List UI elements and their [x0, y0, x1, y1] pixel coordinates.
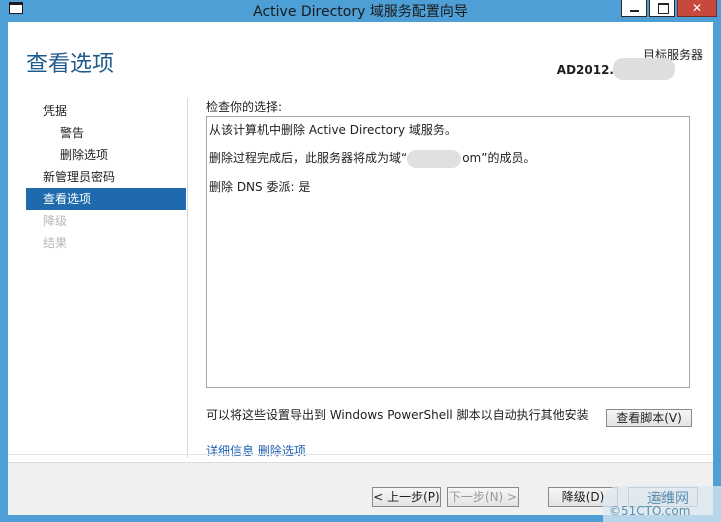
review-line-domain-member: 删除过程完成后，此服务器将成为域“ om”的成员。 [209, 149, 687, 168]
maximize-icon[interactable] [649, 0, 675, 17]
next-button: 下一步(N) > [447, 487, 519, 507]
wizard-nav: 凭据 警告 删除选项 新管理员密码 查看选项 降级 结果 [26, 100, 186, 254]
window-controls [619, 0, 717, 18]
title-bar: Active Directory 域服务配置向导 [0, 0, 721, 22]
page-title: 查看选项 [26, 52, 115, 77]
nav-item-results: 结果 [43, 236, 68, 250]
nav-item-demotion: 降级 [43, 214, 68, 228]
review-label: 检查你的选择: [206, 100, 283, 114]
nav-item-review-options[interactable]: 查看选项 [26, 188, 186, 210]
nav-item-new-admin-password[interactable]: 新管理员密码 [26, 166, 186, 188]
nav-item-removal-options[interactable]: 删除选项 [26, 144, 186, 166]
window-title: Active Directory 域服务配置向导 [253, 4, 468, 20]
nav-item-credentials[interactable]: 凭据 [26, 100, 186, 122]
minimize-icon[interactable] [621, 0, 647, 17]
redacted-domain-name [407, 149, 462, 168]
view-script-button[interactable]: 查看脚本(V) [606, 409, 692, 427]
more-info-link[interactable]: 详细信息 删除选项 [206, 442, 306, 459]
review-line-prefix: 删除过程完成后，此服务器将成为域“ [209, 151, 408, 165]
close-icon[interactable] [677, 0, 717, 17]
target-server-name: AD2012. [556, 63, 614, 77]
export-description: 可以将这些设置导出到 Windows PowerShell 脚本以自动执行其他安… [206, 408, 589, 422]
redacted-server-name [613, 58, 675, 80]
nav-divider [187, 98, 188, 458]
review-line-dns-delegation: 删除 DNS 委派: 是 [209, 179, 311, 194]
review-textbox[interactable]: 从该计算机中删除 Active Directory 域服务。 删除过程完成后，此… [206, 116, 690, 388]
watermark: 运维网 ©51CTO.com [603, 486, 721, 522]
review-line-remove-adds: 从该计算机中删除 Active Directory 域服务。 [209, 123, 457, 137]
review-line-suffix: om”的成员。 [462, 151, 536, 165]
previous-button[interactable]: < 上一步(P) [372, 487, 441, 507]
wizard-content: 查看选项 目标服务器 AD2012. 凭据 警告 删除选项 新管理员密码 查看选… [8, 22, 713, 515]
footer-divider [8, 454, 713, 455]
watermark-url: ©51CTO.com [609, 504, 691, 518]
nav-item-warnings[interactable]: 警告 [26, 122, 186, 144]
